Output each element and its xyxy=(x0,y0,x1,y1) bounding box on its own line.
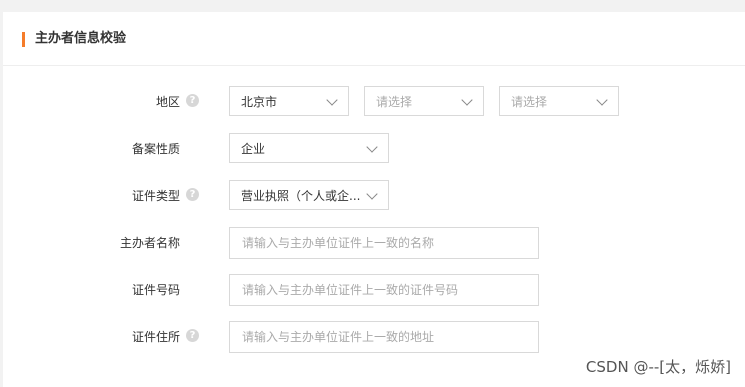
card-header: 主办者信息校验 xyxy=(3,12,745,66)
district-placeholder: 请选择 xyxy=(511,95,548,109)
watermark: CSDN @--[太，烁娇] xyxy=(585,358,731,376)
province-value: 北京市 xyxy=(241,95,278,109)
district-select[interactable]: 请选择 xyxy=(499,86,619,116)
help-icon[interactable]: ? xyxy=(186,94,199,107)
sponsor-name-input[interactable]: 请输入与主办单位证件上一致的名称 xyxy=(229,227,539,259)
city-select[interactable]: 请选择 xyxy=(364,86,484,116)
section-title: 主办者信息校验 xyxy=(35,31,127,46)
sponsor-name-label: 主办者名称 xyxy=(119,236,180,250)
filing-nature-row: 备案性质 企业 xyxy=(3,133,745,165)
sponsor-info-card: 主办者信息校验 地区 ? 北京市 请选择 请选择 备案性质 企业 证件类型 ? … xyxy=(3,12,745,387)
certificate-type-select[interactable]: 营业执照（个人或企... xyxy=(229,180,389,210)
filing-nature-value: 企业 xyxy=(241,142,266,156)
filing-nature-label: 备案性质 xyxy=(131,142,180,156)
chevron-down-icon xyxy=(596,94,608,106)
chevron-down-icon xyxy=(366,188,378,200)
title-accent-bar xyxy=(22,32,25,47)
region-label: 地区 xyxy=(155,95,180,109)
certificate-address-label: 证件住所 xyxy=(131,330,180,344)
city-placeholder: 请选择 xyxy=(376,95,413,109)
certificate-type-label: 证件类型 xyxy=(131,189,180,203)
region-row: 地区 ? 北京市 请选择 请选择 xyxy=(3,86,745,118)
certificate-type-row: 证件类型 ? 营业执照（个人或企... xyxy=(3,180,745,212)
certificate-number-label: 证件号码 xyxy=(131,283,180,297)
chevron-down-icon xyxy=(461,94,473,106)
sponsor-name-placeholder: 请输入与主办单位证件上一致的名称 xyxy=(242,236,435,250)
certificate-address-input[interactable]: 请输入与主办单位证件上一致的地址 xyxy=(229,321,539,353)
certificate-address-placeholder: 请输入与主办单位证件上一致的地址 xyxy=(242,330,435,344)
certificate-number-row: 证件号码 请输入与主办单位证件上一致的证件号码 xyxy=(3,274,745,306)
chevron-down-icon xyxy=(326,94,338,106)
help-icon[interactable]: ? xyxy=(186,329,199,342)
certificate-number-input[interactable]: 请输入与主办单位证件上一致的证件号码 xyxy=(229,274,539,306)
sponsor-name-row: 主办者名称 请输入与主办单位证件上一致的名称 xyxy=(3,227,745,259)
province-select[interactable]: 北京市 xyxy=(229,86,349,116)
filing-nature-select[interactable]: 企业 xyxy=(229,133,389,163)
certificate-number-placeholder: 请输入与主办单位证件上一致的证件号码 xyxy=(242,283,459,297)
help-icon[interactable]: ? xyxy=(186,188,199,201)
chevron-down-icon xyxy=(366,141,378,153)
certificate-address-row: 证件住所 ? 请输入与主办单位证件上一致的地址 xyxy=(3,321,745,353)
certificate-type-value: 营业执照（个人或企... xyxy=(241,189,361,203)
